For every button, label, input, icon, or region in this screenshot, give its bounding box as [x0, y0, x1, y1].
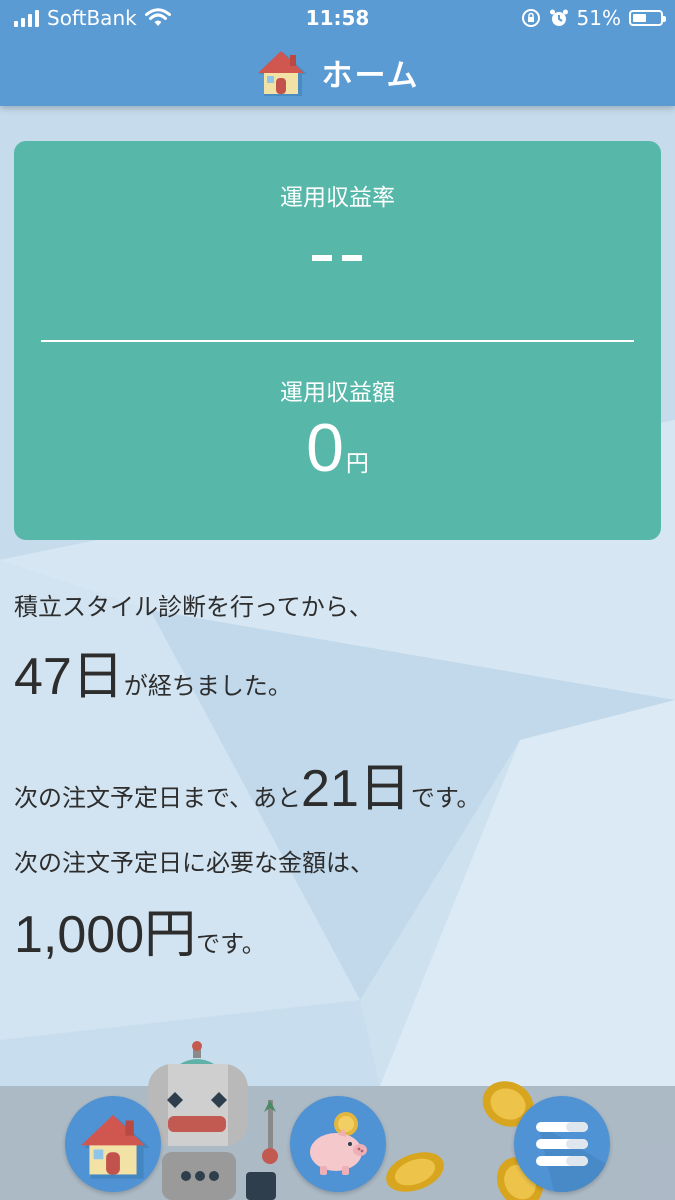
next-order-days: 21日 [301, 760, 411, 818]
status-bar: SoftBank 11:58 51% [0, 0, 675, 38]
required-amount-suffix: です。 [196, 930, 266, 958]
days-elapsed: 47日 [14, 648, 124, 706]
battery-percent: 51% [576, 6, 621, 30]
days-elapsed-suffix: が経ちました。 [123, 672, 292, 700]
menu-icon [536, 1122, 610, 1192]
alarm-icon [549, 9, 568, 26]
required-amount-text: 次の注文予定日に必要な金額は、 [14, 849, 374, 877]
next-order-suffix: です。 [410, 784, 481, 812]
card-divider [41, 340, 634, 342]
days-elapsed-line: 47日が経ちました。 [14, 634, 292, 709]
status-right: 51% [521, 6, 666, 30]
rate-label: 運用収益率 [280, 185, 395, 211]
menu-nav-button[interactable] [514, 1096, 610, 1192]
header: ホーム [0, 38, 675, 106]
amount-value: 0 [306, 410, 344, 486]
required-amount: 1,000円 [14, 906, 197, 964]
next-order-prefix: 次の注文予定日まで、あと [14, 784, 302, 812]
profit-card: 運用収益率 -- 運用収益額 0円 [14, 141, 661, 540]
battery-level [633, 14, 646, 22]
house-icon [81, 1114, 149, 1179]
diagnosis-text: 積立スタイル診断を行ってから、 [14, 593, 373, 621]
amount-label: 運用収益額 [280, 380, 395, 406]
rate-value-graphic [312, 255, 362, 261]
amount-unit: 円 [345, 451, 369, 477]
required-amount-line: 1,000円です。 [14, 892, 266, 967]
next-order-line: 次の注文予定日まで、あと21日です。 [14, 746, 481, 821]
piggy-bank-icon [310, 1112, 367, 1175]
battery-icon [629, 10, 666, 26]
rotation-lock-icon [521, 9, 540, 27]
house-icon [258, 51, 308, 96]
amount-value-group: 0円 [14, 409, 661, 487]
home-nav-button[interactable] [65, 1096, 161, 1192]
header-title-group: ホーム [0, 38, 675, 106]
page-title: ホーム [321, 57, 420, 94]
savings-nav-button[interactable] [290, 1096, 386, 1192]
